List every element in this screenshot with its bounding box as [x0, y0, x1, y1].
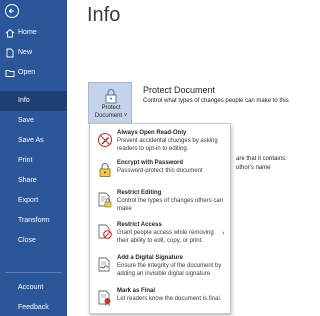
nav-print[interactable]: Print [0, 151, 67, 171]
nav-account-label: Account [18, 284, 44, 291]
menu-item-title: Mark as Final [117, 288, 156, 294]
nav-save-label: Save [18, 117, 34, 124]
menu-item-encrypt-with-password[interactable]: Encrypt with Password Password-protect t… [90, 160, 230, 182]
back-button[interactable] [5, 4, 19, 18]
nav-account[interactable]: Account [0, 278, 67, 298]
nav-transform-label: Transform [18, 217, 50, 224]
menu-item-desc: Grant people access while removing their… [117, 230, 214, 244]
menu-item-desc: Prevent accidental changes by asking rea… [117, 138, 218, 152]
submenu-arrow-icon: › [222, 230, 225, 237]
nav-close[interactable]: Close [0, 231, 67, 251]
mark-final-icon [98, 290, 111, 306]
sidebar-divider [5, 272, 62, 273]
restrict-access-icon [98, 224, 112, 239]
menu-item-always-open-read-only[interactable]: Always Open Read-Only Prevent accidental… [90, 130, 230, 158]
home-icon [5, 28, 15, 38]
nav-save-as-label: Save As [18, 137, 44, 144]
menu-item-title: Always Open Read-Only [117, 130, 187, 136]
nav-feedback[interactable]: Feedback [0, 298, 67, 316]
nav-save-as[interactable]: Save As [0, 131, 67, 151]
protect-document-menu: Always Open Read-Only Prevent accidental… [89, 123, 231, 314]
protect-button-label-2: Document ˅ [94, 113, 128, 119]
nav-info[interactable]: Info [0, 91, 67, 111]
nav-export-label: Export [18, 197, 39, 204]
document-lock-icon [98, 192, 112, 208]
menu-item-desc: Password-protect this document [117, 168, 203, 174]
nav-new-label: New [18, 49, 33, 56]
menu-item-desc: Ensure the integrity of the document by … [117, 263, 222, 277]
nav-save[interactable]: Save [0, 111, 67, 131]
nav-info-label: Info [18, 97, 30, 104]
menu-item-desc: Let readers know the document is final. [117, 296, 222, 302]
page-title: Info [87, 4, 121, 26]
nav-new[interactable]: New [0, 43, 67, 63]
menu-item-title: Restrict Access [117, 222, 162, 228]
protect-document-heading: Protect Document [143, 85, 216, 95]
nav-print-label: Print [18, 157, 33, 164]
protect-document-description: Control what types of changes people can… [143, 98, 289, 104]
nav-share-label: Share [18, 177, 37, 184]
nav-home[interactable]: Home [0, 23, 67, 43]
nav-home-label: Home [18, 29, 37, 36]
nav-open[interactable]: Open [0, 63, 67, 83]
new-document-icon [6, 48, 14, 58]
menu-item-add-digital-signature[interactable]: Add a Digital Signature Ensure the integ… [90, 255, 230, 283]
folder-icon [5, 70, 15, 77]
back-arrow-icon [8, 8, 14, 14]
lock-key-icon [105, 89, 117, 104]
pencil-no-edit-icon [97, 132, 113, 148]
nav-open-label: Open [18, 69, 36, 76]
menu-item-restrict-access[interactable]: Restrict Access Grant people access whil… [90, 222, 230, 250]
menu-item-title: Restrict Editing [117, 190, 162, 196]
menu-item-title: Add a Digital Signature [117, 255, 184, 261]
inspect-text-2: uthor's name [236, 165, 271, 171]
lock-key-icon [99, 163, 111, 177]
menu-item-mark-as-final[interactable]: Mark as Final Let readers know the docum… [90, 288, 230, 312]
protect-document-button[interactable]: Protect Document ˅ [88, 82, 132, 124]
digital-signature-icon [98, 257, 110, 272]
nav-export[interactable]: Export [0, 191, 67, 211]
nav-share[interactable]: Share [0, 171, 67, 191]
menu-item-title: Encrypt with Password [117, 160, 184, 166]
inspect-text-1: are that it contains: [236, 156, 287, 162]
nav-feedback-label: Feedback [18, 304, 49, 311]
menu-item-desc: Control the types of changes others can … [117, 198, 224, 212]
protect-button-label-1: Protect [101, 105, 121, 111]
nav-transform[interactable]: Transform [0, 211, 67, 231]
nav-close-label: Close [18, 237, 36, 244]
menu-item-restrict-editing[interactable]: Restrict Editing Control the types of ch… [90, 190, 230, 216]
backstage-sidebar: Home New Open Info Save Save As Print Sh… [0, 0, 67, 316]
